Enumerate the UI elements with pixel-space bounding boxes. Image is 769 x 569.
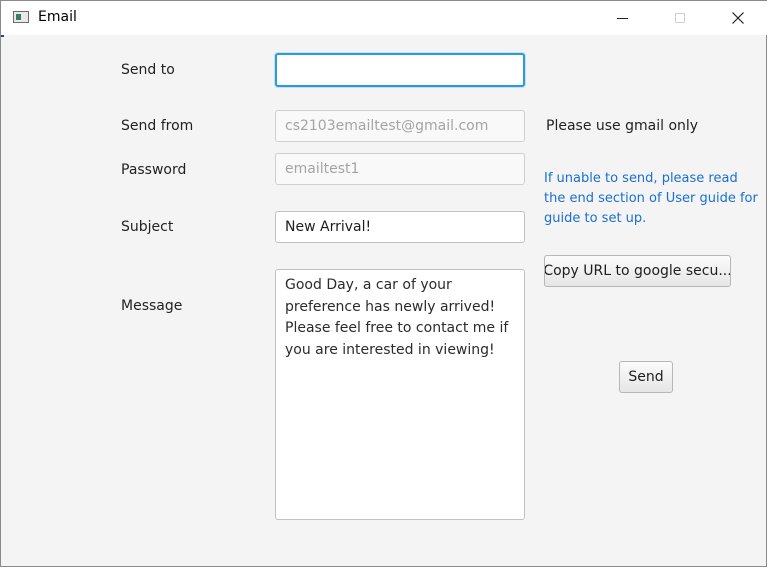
app-window-icon [13, 11, 29, 23]
setup-info-note: If unable to send, please read the end s… [544, 171, 758, 226]
password-input[interactable]: emailtest1 [275, 153, 525, 185]
send-to-input[interactable] [275, 53, 525, 87]
send-from-input[interactable]: cs2103emailtest@gmail.com [275, 110, 525, 142]
minimize-button[interactable] [599, 1, 645, 35]
window-title: Email [38, 9, 77, 25]
gmail-only-hint: Please use gmail only [546, 118, 699, 134]
title-bar[interactable]: Email [1, 1, 768, 35]
message-label: Message [121, 298, 183, 314]
subject-label: Subject [121, 219, 174, 235]
maximize-button[interactable] [657, 1, 703, 35]
copy-url-button[interactable]: Copy URL to google secu... [544, 255, 731, 287]
close-icon [732, 12, 744, 24]
send-button[interactable]: Send [619, 361, 673, 393]
email-window: Email Send to Send from cs2103emailtest@… [0, 0, 768, 567]
send-to-label: Send to [121, 62, 175, 78]
subject-input[interactable]: New Arrival! [275, 211, 525, 243]
minimize-icon [616, 17, 628, 19]
message-textarea[interactable]: Good Day, a car of your preference has n… [275, 269, 525, 520]
maximize-icon [675, 13, 685, 23]
close-button[interactable] [715, 1, 761, 35]
password-label: Password [121, 162, 187, 178]
send-from-label: Send from [121, 118, 194, 134]
